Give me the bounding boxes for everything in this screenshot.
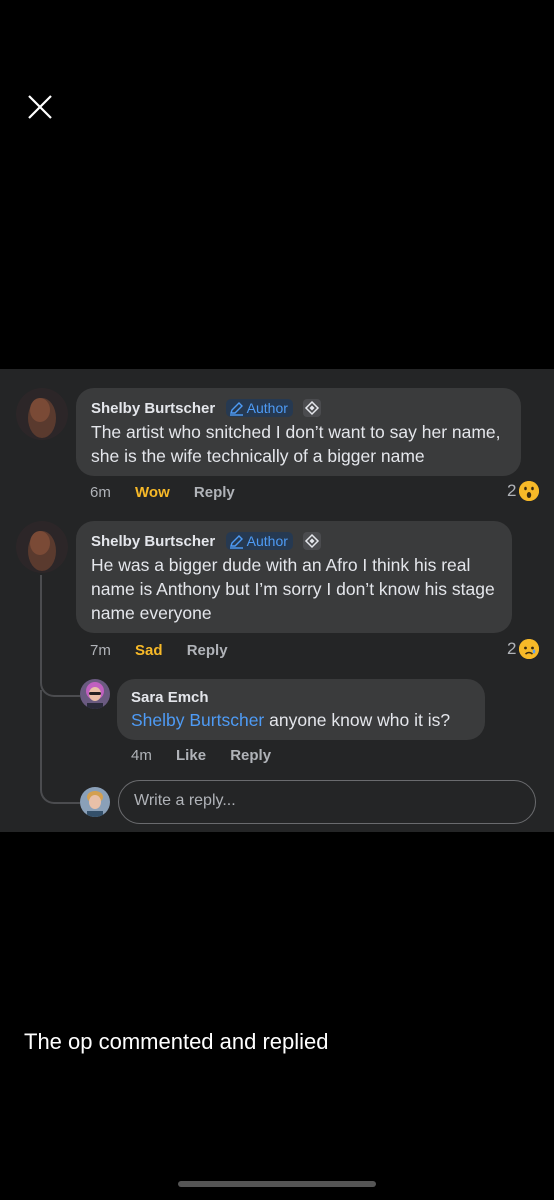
thread-line-input bbox=[40, 690, 80, 804]
avatar[interactable] bbox=[80, 679, 110, 709]
comment-time: 6m bbox=[90, 484, 111, 501]
avatar[interactable] bbox=[16, 388, 68, 440]
close-button[interactable] bbox=[26, 93, 54, 121]
avatar[interactable] bbox=[16, 521, 68, 573]
comment-author[interactable]: Shelby Burtscher bbox=[91, 533, 215, 550]
reply-input[interactable]: Write a reply... bbox=[118, 780, 536, 824]
reply-author[interactable]: Sara Emch bbox=[131, 689, 209, 706]
comment-bubble[interactable]: Shelby Burtscher Author He was a bigger … bbox=[76, 521, 512, 633]
close-icon bbox=[28, 95, 52, 119]
pencil-icon bbox=[229, 401, 243, 416]
reaction-count-value: 2 bbox=[507, 639, 517, 658]
reply-button[interactable]: Reply bbox=[194, 484, 235, 501]
reply-time: 4m bbox=[131, 747, 152, 764]
reply-bubble[interactable]: Sara Emch Shelby Burtscher anyone know w… bbox=[117, 679, 485, 740]
comment-actions: 6m Wow Reply bbox=[90, 484, 255, 501]
reply-actions: 4m Like Reply bbox=[131, 747, 291, 764]
top-fan-icon bbox=[303, 399, 322, 417]
reply-button[interactable]: Reply bbox=[230, 747, 271, 764]
reaction-button[interactable]: Sad bbox=[135, 642, 163, 659]
reaction-button[interactable]: Wow bbox=[135, 484, 170, 501]
home-indicator[interactable] bbox=[178, 1181, 376, 1187]
sad-emoji-icon bbox=[519, 639, 540, 659]
reply-button[interactable]: Reply bbox=[187, 642, 228, 659]
current-user-avatar bbox=[80, 787, 110, 817]
reaction-count-value: 2 bbox=[507, 481, 517, 500]
comment-text: He was a bigger dude with an Afro I thin… bbox=[91, 555, 495, 623]
comment-time: 7m bbox=[90, 642, 111, 659]
like-button[interactable]: Like bbox=[176, 747, 206, 764]
reply-text-body: anyone know who it is? bbox=[264, 710, 451, 730]
caption-text: The op commented and replied bbox=[24, 1029, 329, 1054]
mention-link[interactable]: Shelby Burtscher bbox=[131, 710, 264, 730]
author-badge: Author bbox=[225, 532, 293, 550]
badge-label: Author bbox=[246, 400, 288, 416]
comment-actions: 7m Sad Reply bbox=[90, 642, 248, 659]
thread-line bbox=[40, 575, 80, 697]
reaction-count[interactable]: 2 bbox=[507, 481, 540, 501]
reply-text: Shelby Burtscher anyone know who it is? bbox=[131, 708, 450, 732]
badge-label: Author bbox=[246, 533, 288, 549]
comment-text: The artist who snitched I don’t want to … bbox=[91, 422, 501, 466]
wow-emoji-icon bbox=[519, 481, 540, 501]
comment-bubble[interactable]: Shelby Burtscher Author The artist who s… bbox=[76, 388, 521, 476]
top-fan-icon bbox=[303, 532, 322, 550]
author-badge: Author bbox=[225, 399, 293, 417]
reaction-count[interactable]: 2 bbox=[507, 639, 540, 659]
pencil-icon bbox=[229, 534, 243, 549]
comment-author[interactable]: Shelby Burtscher bbox=[91, 400, 215, 417]
